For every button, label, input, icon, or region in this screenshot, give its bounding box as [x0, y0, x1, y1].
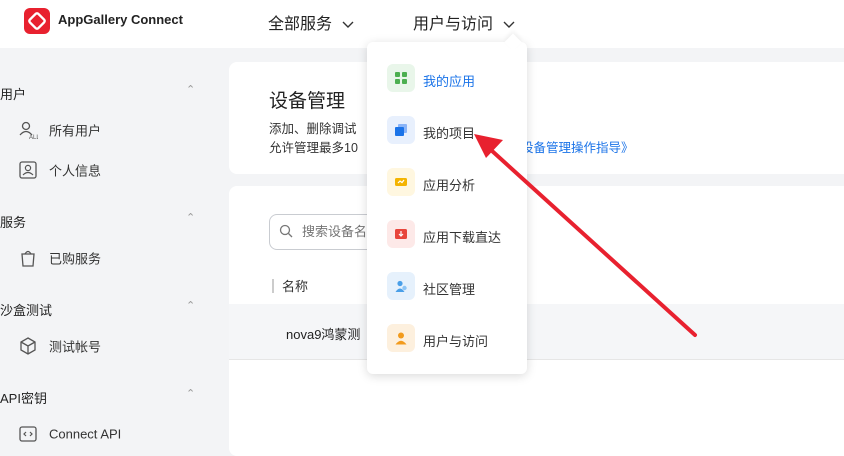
sidebar-item-label: 已购服务 — [49, 251, 102, 267]
user-access-dropdown: 我的应用 我的项目 应用分析 应用下载直达 社区管理 用户与访问 — [367, 33, 527, 374]
search-icon — [279, 224, 293, 238]
device-list-card: 名称 nova9鸿蒙测 — [229, 186, 844, 456]
menu-item-label: 用户与访问 — [423, 334, 489, 349]
sidebar-group-users[interactable]: 用户 — [0, 84, 26, 103]
sidebar-group-api-keys[interactable]: API密钥 — [0, 388, 47, 407]
menu-item-app-download-direct[interactable]: 应用下载直达 — [387, 220, 517, 250]
menu-item-label: 我的应用 — [423, 74, 476, 89]
sidebar-group-services[interactable]: 服务 — [0, 212, 26, 231]
nav-user-access-label: 用户与访问 — [413, 16, 494, 33]
sidebar-item-label: 测试帐号 — [49, 339, 102, 355]
sidebar-item-label: Connect API — [49, 426, 122, 442]
sidebar-group-sandbox[interactable]: 沙盒测试 — [0, 300, 52, 319]
appgallery-logo-icon[interactable] — [24, 8, 50, 34]
sidebar: 用户 ⌃ ALL 所有用户 个人信息 服务 ⌃ 已购服务 沙盒测试 ⌃ 测试帐号… — [0, 48, 216, 442]
sidebar-item-test-account[interactable]: 测试帐号 — [18, 336, 101, 358]
menu-item-label: 应用下载直达 — [423, 230, 502, 245]
page-description-line1: 添加、删除调试 — [269, 122, 357, 136]
menu-item-my-projects[interactable]: 我的项目 — [387, 116, 517, 146]
nav-user-access[interactable]: 用户与访问 — [413, 10, 515, 34]
apps-grid-icon — [387, 64, 415, 92]
menu-item-my-apps[interactable]: 我的应用 — [387, 64, 517, 94]
chevron-down-icon — [503, 16, 515, 34]
sidebar-item-profile[interactable]: 个人信息 — [18, 160, 101, 182]
all-users-icon: ALL — [18, 120, 40, 141]
chevron-down-icon — [342, 16, 354, 34]
app-name[interactable]: AppGallery Connect — [58, 12, 183, 27]
menu-item-app-analytics[interactable]: 应用分析 — [387, 168, 517, 198]
menu-item-label: 社区管理 — [423, 282, 476, 297]
device-management-header-card: 设备管理 添加、删除调试 允许管理最多10 设备管理操作指导》 — [229, 62, 844, 174]
nav-all-services[interactable]: 全部服务 — [268, 10, 354, 34]
sidebar-item-all-users[interactable]: ALL 所有用户 — [18, 120, 101, 142]
chevron-up-icon[interactable]: ⌃ — [186, 211, 195, 224]
chevron-up-icon[interactable]: ⌃ — [186, 387, 195, 400]
user-access-icon — [387, 324, 415, 352]
column-header-name[interactable]: 名称 — [282, 276, 308, 295]
cube-icon — [18, 336, 38, 356]
analytics-icon — [387, 168, 415, 196]
menu-item-label: 应用分析 — [423, 178, 476, 193]
menu-item-community-management[interactable]: 社区管理 — [387, 272, 517, 302]
page-title: 设备管理 — [269, 91, 346, 112]
download-direct-icon — [387, 220, 415, 248]
chevron-up-icon[interactable]: ⌃ — [186, 83, 195, 96]
nav-all-services-label: 全部服务 — [268, 16, 333, 33]
code-icon — [18, 424, 38, 444]
chevron-up-icon[interactable]: ⌃ — [186, 299, 195, 312]
sidebar-item-purchased-services[interactable]: 已购服务 — [18, 248, 101, 270]
sidebar-item-label: 个人信息 — [49, 163, 102, 179]
column-divider — [272, 279, 274, 293]
menu-item-label: 我的项目 — [423, 126, 476, 141]
sidebar-item-label: 所有用户 — [49, 123, 102, 139]
top-bar: AppGallery Connect 全部服务 用户与访问 — [0, 0, 844, 48]
menu-item-user-access[interactable]: 用户与访问 — [387, 324, 517, 354]
sidebar-item-connect-api[interactable]: Connect API — [18, 424, 121, 446]
community-icon — [387, 272, 415, 300]
page-description-line2: 允许管理最多10 — [269, 141, 358, 155]
device-name-cell: nova9鸿蒙测 — [286, 327, 361, 342]
device-management-guide-link[interactable]: 设备管理操作指导》 — [521, 137, 634, 156]
svg-text:ALL: ALL — [29, 135, 38, 140]
profile-card-icon — [18, 160, 38, 180]
shopping-bag-icon — [18, 248, 38, 268]
project-stack-icon — [387, 116, 415, 144]
